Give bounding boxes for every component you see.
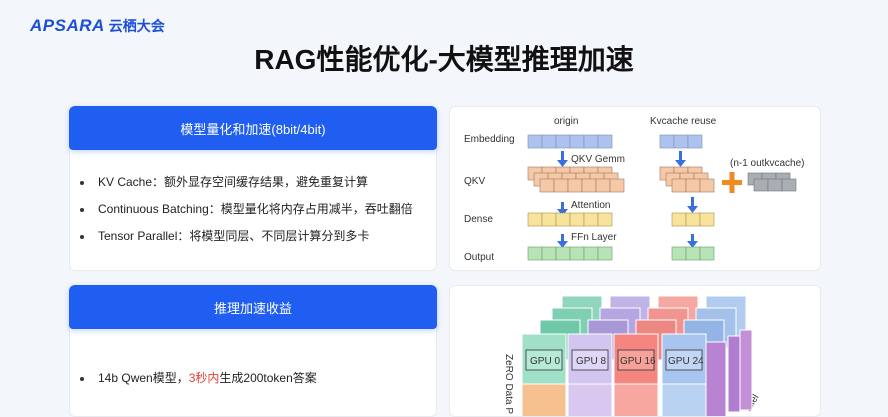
bullet-dot — [80, 207, 84, 212]
kvcache-output-blocks — [671, 246, 715, 261]
plus-icon — [722, 172, 742, 193]
origin-output-blocks — [527, 246, 613, 261]
gpu-8-label: GPU 8 — [576, 356, 606, 367]
row-label-qkv: QKV — [464, 176, 485, 187]
bullet-qwen-benefit: 14b Qwen模型，3秒内生成200token答案 — [80, 365, 317, 392]
kvcache-qkv-blocks — [659, 166, 715, 193]
apsara-logo: APSARA 云栖大会 — [30, 16, 165, 36]
bullet-text: Tensor Parallel：将模型同层、不同层计算分到多卡 — [98, 229, 370, 243]
kvcache-diagram-card: origin Kvcache reuse Embedding QKV Dense… — [449, 106, 821, 271]
bullet-dot — [80, 234, 84, 239]
origin-dense-blocks — [527, 212, 613, 227]
zero-data-parallel-label: ZeRO Data P — [503, 354, 514, 414]
acceleration-benefit-card-header: 推理加速收益 — [69, 285, 437, 329]
step-attention: Attention — [571, 200, 610, 211]
col-kvcache-label: Kvcache reuse — [650, 116, 717, 127]
extra-kvcache-label: (n-1 outkvcache) — [730, 158, 804, 169]
bullet-text: KV Cache：额外显存空间缓存结果，避免重复计算 — [98, 175, 369, 189]
benefit-suffix: 生成200token答案 — [219, 371, 317, 385]
benefit-prefix: 14b Qwen模型， — [98, 371, 189, 385]
row-label-output: Output — [464, 252, 494, 263]
step-qkv-gemm: QKV Gemm — [571, 154, 625, 165]
gpu-parallel-diagram-card: ZeRO Data P allel — [449, 285, 821, 417]
gpu-0-label: GPU 0 — [530, 356, 560, 367]
gpu-16-label: GPU 16 — [620, 356, 656, 367]
acceleration-benefit-card: 推理加速收益 14b Qwen模型，3秒内生成200token答案 — [69, 285, 437, 417]
gpu-24-label: GPU 24 — [668, 356, 704, 367]
gpu-cube-diagram: ZeRO Data P allel — [503, 295, 761, 416]
kvcache-diagram: origin Kvcache reuse Embedding QKV Dense… — [464, 116, 804, 263]
cube-front-row — [521, 333, 727, 416]
row-label-embedding: Embedding — [464, 134, 515, 145]
col-origin-label: origin — [554, 116, 578, 127]
origin-qkv-blocks — [527, 166, 625, 193]
benefit-highlight: 3秒内 — [188, 371, 220, 385]
quantization-card: 模型量化和加速(8bit/4bit) KV Cache：额外显存空间缓存结果，避… — [69, 106, 437, 271]
bullet-dot — [80, 180, 84, 185]
quantization-bullet-list: KV Cache：额外显存空间缓存结果，避免重复计算 Continuous Ba… — [80, 169, 413, 250]
logo-brand: APSARA — [30, 16, 105, 35]
step-ffn-layer: FFn Layer — [571, 232, 617, 243]
bullet-continuous-batching: Continuous Batching：模型量化将内存占用减半，吞吐翻倍 — [80, 196, 413, 223]
benefit-bullet-list: 14b Qwen模型，3秒内生成200token答案 — [80, 365, 317, 392]
row-label-dense: Dense — [464, 214, 493, 225]
logo-suffix: 云栖大会 — [108, 18, 165, 34]
bullet-dot — [80, 376, 84, 381]
page-title: RAG性能优化-大模型推理加速 — [254, 44, 634, 75]
origin-embedding-blocks — [527, 134, 613, 149]
bullet-text: Continuous Batching：模型量化将内存占用减半，吞吐翻倍 — [98, 202, 413, 216]
quantization-card-header: 模型量化和加速(8bit/4bit) — [69, 106, 437, 150]
bullet-kv-cache: KV Cache：额外显存空间缓存结果，避免重复计算 — [80, 169, 413, 196]
bullet-tensor-parallel: Tensor Parallel：将模型同层、不同层计算分到多卡 — [80, 223, 413, 250]
bullet-text: 14b Qwen模型，3秒内生成200token答案 — [98, 365, 317, 392]
kvcache-embedding-block — [659, 134, 703, 149]
kvcache-dense-blocks — [671, 212, 715, 227]
outkvcache-blocks — [747, 172, 797, 192]
